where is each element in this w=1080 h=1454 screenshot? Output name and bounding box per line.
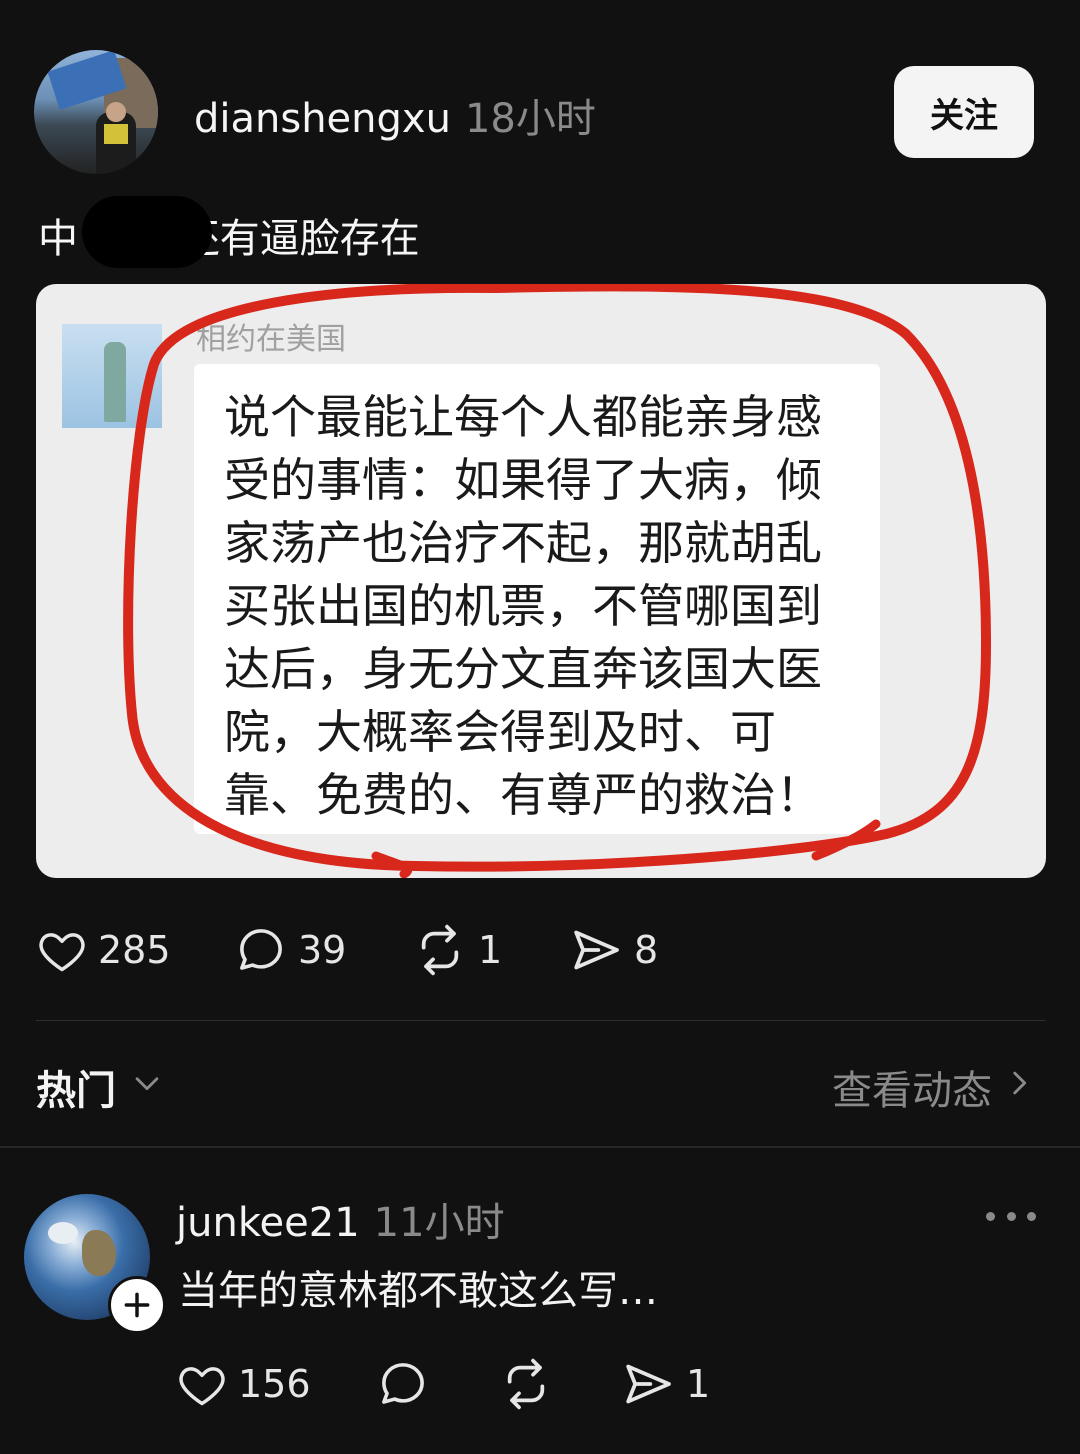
comment-action[interactable]: 39 [234, 918, 346, 982]
comment-actions: 156 1 [176, 1352, 876, 1416]
comment-author-row: junkee21 11小时 [176, 1190, 505, 1248]
more-options-icon[interactable] [986, 1206, 1036, 1226]
share-action[interactable]: 8 [568, 918, 658, 982]
comment-reply-action[interactable] [376, 1352, 430, 1416]
red-circle-annotation [123, 284, 992, 878]
repost-action[interactable]: 1 [412, 918, 502, 982]
follow-plus-button[interactable] [108, 1276, 166, 1334]
chevron-down-icon [130, 1064, 164, 1110]
view-activity-link[interactable]: 查看动态 [832, 1058, 1030, 1116]
repost-icon [498, 1356, 554, 1412]
post-username[interactable]: dianshengxu [194, 96, 451, 142]
divider [36, 1020, 1046, 1021]
comment-username[interactable]: junkee21 [176, 1200, 360, 1246]
redaction-mark [82, 196, 212, 268]
send-icon [620, 1356, 676, 1412]
comment-share-count: 1 [686, 1362, 711, 1406]
post-actions: 285 39 1 8 [36, 918, 936, 982]
comment-repost-action[interactable] [498, 1352, 554, 1416]
comment-icon [376, 1357, 430, 1411]
repost-icon [412, 922, 468, 978]
view-activity-label: 查看动态 [832, 1068, 992, 1114]
post-time: 18小时 [464, 96, 596, 142]
chevron-right-icon [1008, 1064, 1030, 1110]
share-count: 8 [634, 928, 659, 972]
like-action[interactable]: 285 [36, 918, 171, 982]
sort-dropdown[interactable]: 热门 [36, 1058, 164, 1116]
comment-share-action[interactable]: 1 [620, 1352, 710, 1416]
post-image[interactable]: 相约在美国 说个最能让每个人都能亲身感受的事情：如果得了大病，倾家荡产也治疗不起… [36, 284, 1046, 878]
post-author-row: dianshengxu 18小时 [194, 86, 596, 144]
comment-text: 当年的意林都不敢这么写… [178, 1268, 658, 1314]
comment-like-action[interactable]: 156 [176, 1352, 311, 1416]
comment-icon [234, 923, 288, 977]
post-author-avatar[interactable] [34, 50, 158, 174]
sort-label: 热门 [36, 1068, 116, 1114]
like-count: 285 [98, 928, 171, 972]
comment-like-count: 156 [238, 1362, 311, 1406]
heart-icon [36, 924, 88, 976]
repost-count: 1 [478, 928, 503, 972]
comment-count: 39 [298, 928, 347, 972]
comment-time: 11小时 [373, 1200, 505, 1246]
send-icon [568, 922, 624, 978]
follow-button[interactable]: 关注 [894, 66, 1034, 158]
section-divider [0, 1146, 1080, 1148]
heart-icon [176, 1358, 228, 1410]
plus-icon [124, 1292, 150, 1318]
